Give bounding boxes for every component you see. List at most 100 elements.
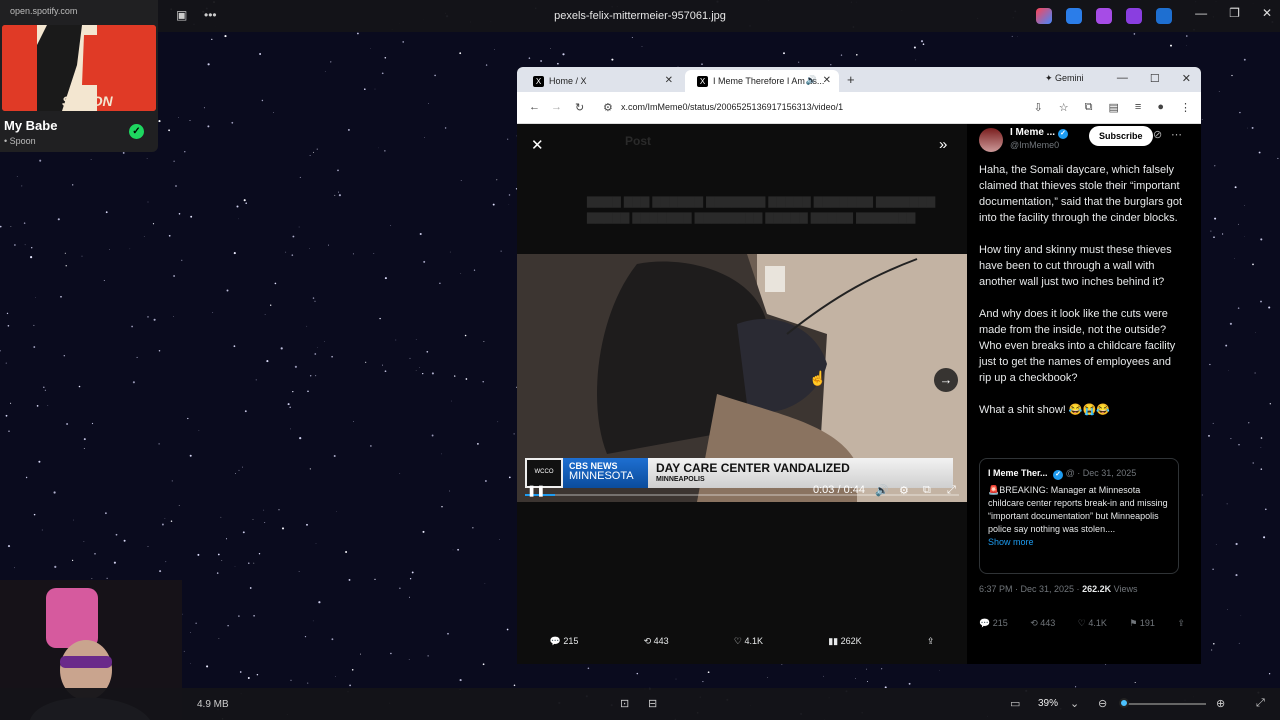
bookmark-star-icon[interactable]: ☆ [1059,101,1069,114]
edit-icon[interactable] [1066,8,1082,24]
expand-panel-icon[interactable]: » [939,136,947,153]
share-icon[interactable]: ⇪ [1177,618,1185,629]
tab-close-icon[interactable]: ✕ [823,75,831,86]
album-art[interactable]: SPOON [2,25,156,111]
onedrive-icon[interactable] [1156,8,1172,24]
minimize-icon[interactable]: — [1117,72,1128,85]
site-info-icon[interactable]: ⚙ [603,101,613,114]
bookmark-button[interactable]: ⚑ 191 [1129,618,1155,629]
star [370,445,372,447]
designer-icon[interactable] [1126,8,1142,24]
star [399,473,401,474]
avatar[interactable] [979,128,1003,152]
video-progress-track[interactable] [525,494,959,496]
subscribe-button[interactable]: Subscribe [1089,126,1153,146]
zoom-out-icon[interactable]: ⊖ [1098,697,1107,710]
star [507,138,509,140]
minimize-icon[interactable]: — [1195,6,1207,20]
fullscreen-icon[interactable]: ⤢ [947,484,956,497]
zoom-level[interactable]: 39% [1038,698,1058,709]
tab-close-icon[interactable]: ✕ [665,75,673,86]
close-icon[interactable]: ✕ [1262,6,1272,20]
zoom-slider[interactable] [1120,703,1206,705]
zoom-slider-thumb[interactable] [1119,698,1130,708]
forward-icon[interactable]: → [551,101,562,113]
star [221,560,223,561]
tweet-timestamp[interactable]: 6:37 PM · Dec 31, 2025 · [979,584,1080,594]
author-handle[interactable]: @ImMeme0 [1010,140,1059,150]
video-player[interactable]: WCCO CBS NEWS MINNESOTA DAY CARE CENTER … [517,254,967,502]
more-icon[interactable]: ⋯ [1171,128,1182,141]
star [1235,542,1238,546]
views-button[interactable]: ▮▮ 262K [828,636,861,647]
show-more-link[interactable]: Show more [988,536,1170,549]
star [304,635,307,638]
saved-check-icon[interactable]: ✓ [129,124,144,139]
split-view-icon[interactable]: ▤ [1109,101,1119,114]
back-icon[interactable]: ← [529,101,540,113]
close-icon[interactable]: ✕ [1182,72,1191,85]
extensions-icon[interactable]: ⧉ [1085,101,1093,114]
tweet-paragraph: And why does it look like the cuts were … [979,308,1176,384]
quoted-tweet[interactable]: I Meme Ther... ✓ @ · Dec 31, 2025 🚨BREAK… [979,458,1179,574]
track-artist[interactable]: • Spoon [4,136,36,146]
star [1268,673,1271,675]
fit-view-icon[interactable]: ⊡ [620,697,629,710]
repost-button[interactable]: ⟲ 443 [644,636,669,647]
reload-icon[interactable]: ↻ [575,101,584,114]
grok-icon[interactable]: ⊘ [1153,128,1162,141]
star [244,410,247,413]
author-name[interactable]: I Meme ... ✓ [1010,127,1069,139]
fullscreen-icon[interactable]: ⤢ [1256,697,1265,710]
reply-button[interactable]: 💬 215 [550,636,579,647]
new-tab-button[interactable]: + [847,72,855,87]
url-field[interactable]: x.com/ImMeme0/status/2006525136917156313… [621,102,843,112]
next-media-button[interactable]: → [934,368,958,392]
star [253,614,255,617]
pip-icon[interactable]: ⧉ [923,484,931,497]
tab-home-x[interactable]: X Home / X ✕ [521,70,681,92]
track-title[interactable]: My Babe [4,118,57,133]
share-icon[interactable]: ⇪ [927,636,935,647]
gemini-button[interactable]: ✦ Gemini [1045,73,1084,84]
actual-size-icon[interactable]: ▭ [1010,697,1020,710]
star [348,578,351,581]
star [641,46,643,47]
settings-icon[interactable]: ⚙ [899,484,909,497]
like-button[interactable]: ♡ 4.1K [1078,618,1107,629]
star [292,235,295,238]
reply-button[interactable]: 💬 215 [979,618,1008,629]
pause-icon[interactable]: ❚❚ [527,484,545,497]
star [353,421,355,422]
maximize-icon[interactable]: ❐ [1229,6,1240,20]
star [287,403,290,406]
zoom-in-icon[interactable]: ⊕ [1216,697,1225,710]
star [281,527,285,530]
zoom-dropdown-icon[interactable]: ⌄ [1070,697,1079,710]
like-button[interactable]: ♡ 4.1K [734,636,763,647]
close-media-icon[interactable]: ✕ [531,136,544,154]
star [675,678,677,680]
star [1234,186,1237,189]
audio-playing-icon[interactable]: 🔊 [806,75,817,86]
reading-list-icon[interactable]: ≡ [1135,101,1141,114]
copilot-icon[interactable] [1036,8,1052,24]
menu-icon[interactable]: ⋮ [1180,101,1191,114]
star [309,468,311,470]
repost-button[interactable]: ⟲ 443 [1030,618,1055,629]
star [25,476,28,479]
clipchamp-icon[interactable] [1096,8,1112,24]
volume-icon[interactable]: 🔊 [875,484,889,497]
like-count: 4.1K [744,636,763,646]
star [312,297,315,299]
install-icon[interactable]: ⇩ [1034,101,1043,114]
tab-tweet[interactable]: X I Meme Therefore I Am us... 🔊 ✕ [685,70,839,92]
star [83,541,85,542]
star [14,567,15,569]
headline-text: DAY CARE CENTER VANDALIZED [656,461,850,475]
maximize-icon[interactable]: ☐ [1150,72,1160,85]
profile-avatar-icon[interactable]: ● [1157,101,1164,114]
star [636,672,639,675]
ocr-icon[interactable]: ⊟ [648,697,657,710]
star [173,160,175,162]
